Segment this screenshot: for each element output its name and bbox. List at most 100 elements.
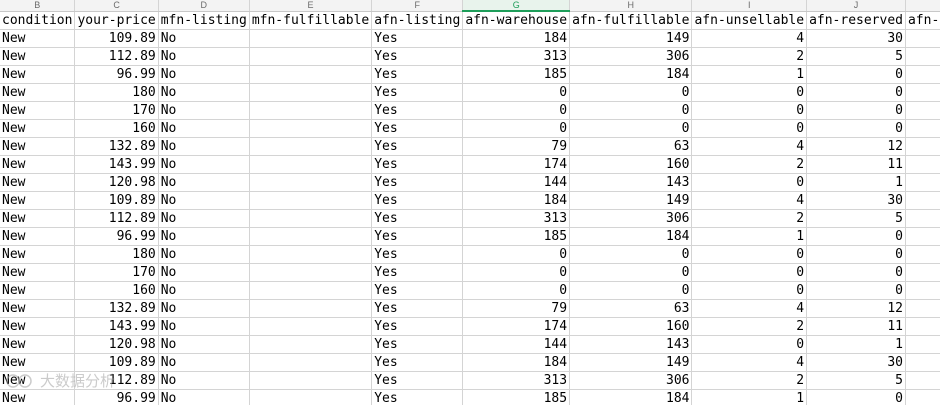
table-cell[interactable]: 12 (806, 299, 906, 318)
table-cell[interactable]: 5 (806, 209, 906, 228)
table-cell[interactable]: New (0, 389, 76, 405)
table-cell[interactable]: 4 (691, 191, 808, 210)
table-cell[interactable]: 112.89 (74, 47, 159, 66)
column-letter-header[interactable]: K (905, 0, 940, 12)
table-cell[interactable]: 0 (806, 101, 906, 120)
table-cell[interactable]: 63 (569, 137, 693, 156)
table-cell[interactable]: 0 (691, 101, 808, 120)
table-cell[interactable]: New (0, 281, 76, 300)
table-cell[interactable]: 79 (462, 137, 571, 156)
table-cell[interactable]: 144 (462, 335, 571, 354)
table-cell[interactable]: 144 (905, 335, 940, 354)
table-cell[interactable]: 2 (691, 155, 808, 174)
table-cell[interactable]: No (158, 389, 250, 405)
table-cell[interactable]: 109.89 (74, 353, 159, 372)
table-cell[interactable]: 0 (462, 281, 571, 300)
table-cell[interactable] (249, 155, 373, 174)
table-cell[interactable]: 4 (691, 353, 808, 372)
table-cell[interactable] (249, 299, 373, 318)
table-cell[interactable]: No (158, 29, 250, 48)
table-cell[interactable]: 185 (905, 227, 940, 246)
table-cell[interactable]: New (0, 263, 76, 282)
table-cell[interactable]: 0 (462, 101, 571, 120)
table-cell[interactable]: 1 (806, 335, 906, 354)
table-cell[interactable]: New (0, 317, 76, 336)
table-cell[interactable]: 120.98 (74, 173, 159, 192)
table-cell[interactable]: 313 (462, 47, 571, 66)
table-cell[interactable]: 143 (569, 173, 693, 192)
table-cell[interactable]: 2 (691, 371, 808, 390)
table-cell[interactable]: 1413 (905, 371, 940, 390)
column-letter-header[interactable]: C (74, 0, 159, 12)
table-cell[interactable]: No (158, 173, 250, 192)
table-cell[interactable]: No (158, 83, 250, 102)
table-cell[interactable]: 1 (691, 227, 808, 246)
table-cell[interactable]: 1484 (905, 353, 940, 372)
table-cell[interactable]: 0 (806, 83, 906, 102)
table-cell[interactable]: 0 (569, 101, 693, 120)
table-cell[interactable]: No (158, 281, 250, 300)
table-cell[interactable]: 0 (806, 227, 906, 246)
table-cell[interactable]: 1484 (905, 29, 940, 48)
table-cell[interactable]: No (158, 245, 250, 264)
table-cell[interactable]: Yes (371, 299, 464, 318)
table-cell[interactable]: 0 (569, 281, 693, 300)
table-cell[interactable]: No (158, 317, 250, 336)
column-letter-header[interactable]: F (371, 0, 464, 12)
table-cell[interactable]: 30 (806, 353, 906, 372)
table-cell[interactable]: 160 (74, 119, 159, 138)
table-cell[interactable]: 11 (806, 317, 906, 336)
table-cell[interactable]: 899 (905, 317, 940, 336)
table-cell[interactable]: No (158, 65, 250, 84)
table-cell[interactable]: Yes (371, 47, 464, 66)
table-cell[interactable]: 149 (569, 353, 693, 372)
table-cell[interactable]: Yes (371, 371, 464, 390)
table-cell[interactable]: No (158, 137, 250, 156)
table-cell[interactable]: No (158, 155, 250, 174)
table-cell[interactable]: 5 (806, 47, 906, 66)
table-cell[interactable]: 0 (806, 65, 906, 84)
table-cell[interactable]: Yes (371, 83, 464, 102)
column-letter-header[interactable]: H (569, 0, 693, 12)
table-cell[interactable]: New (0, 353, 76, 372)
table-cell[interactable]: 1 (806, 173, 906, 192)
table-cell[interactable] (249, 173, 373, 192)
table-cell[interactable]: 160 (569, 155, 693, 174)
table-cell[interactable]: 160 (569, 317, 693, 336)
table-cell[interactable]: No (158, 209, 250, 228)
table-cell[interactable]: New (0, 245, 76, 264)
table-cell[interactable]: 185 (462, 227, 571, 246)
table-cell[interactable]: No (158, 119, 250, 138)
table-cell[interactable]: Yes (371, 353, 464, 372)
table-cell[interactable]: 0 (462, 119, 571, 138)
table-cell[interactable]: 184 (569, 389, 693, 405)
table-cell[interactable]: New (0, 209, 76, 228)
table-cell[interactable]: 11 (806, 155, 906, 174)
table-cell[interactable] (249, 335, 373, 354)
column-letter-header[interactable]: I (691, 0, 808, 12)
table-cell[interactable]: 184 (569, 65, 693, 84)
table-cell[interactable] (249, 137, 373, 156)
table-cell[interactable]: New (0, 191, 76, 210)
table-cell[interactable]: 185 (462, 389, 571, 405)
table-cell[interactable]: 12 (806, 137, 906, 156)
table-cell[interactable]: 112.89 (74, 371, 159, 390)
table-cell[interactable]: No (158, 101, 250, 120)
table-cell[interactable]: 143.99 (74, 317, 159, 336)
table-cell[interactable]: 2 (691, 209, 808, 228)
header-cell[interactable]: mfn-fulfillable (249, 11, 373, 30)
column-letter-header[interactable]: E (249, 0, 373, 12)
table-cell[interactable]: 184 (462, 353, 571, 372)
table-cell[interactable]: 1413 (905, 209, 940, 228)
table-cell[interactable]: 144 (462, 173, 571, 192)
table-cell[interactable] (249, 29, 373, 48)
table-cell[interactable] (249, 353, 373, 372)
table-cell[interactable]: 4 (691, 137, 808, 156)
table-cell[interactable]: Yes (371, 173, 464, 192)
table-cell[interactable]: No (158, 263, 250, 282)
table-cell[interactable]: 0 (569, 119, 693, 138)
table-cell[interactable]: Yes (371, 227, 464, 246)
table-cell[interactable]: Yes (371, 101, 464, 120)
table-cell[interactable]: 0 (691, 335, 808, 354)
table-cell[interactable] (249, 191, 373, 210)
